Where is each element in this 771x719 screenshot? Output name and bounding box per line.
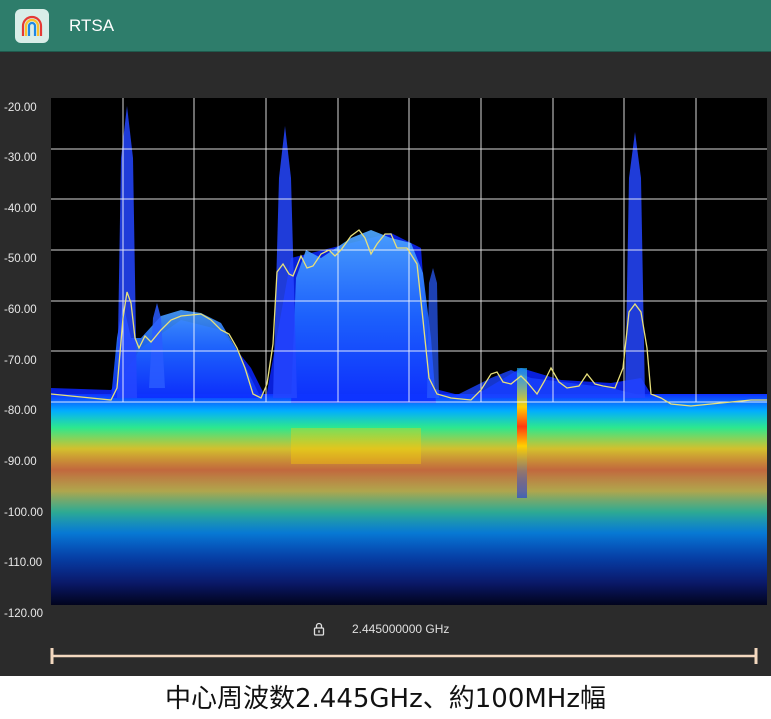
rainbow-arch-icon xyxy=(15,9,49,43)
y-tick-label: -110.00 xyxy=(4,557,43,569)
spectrum-canvas xyxy=(51,98,767,605)
y-tick-label: -30.00 xyxy=(4,152,37,164)
lock-icon[interactable] xyxy=(312,622,326,636)
y-tick-label: -50.00 xyxy=(4,253,37,265)
window-title: RTSA xyxy=(69,16,115,35)
y-tick-label: -80.00 xyxy=(4,405,37,417)
y-tick-label: -70.00 xyxy=(4,355,37,367)
center-frequency-label: 2.445000000 GHz xyxy=(352,622,450,636)
spectrum-plot[interactable] xyxy=(51,98,767,605)
app-window: RTSA -20.00 -30.00 -40.00 -50.00 -60.00 … xyxy=(0,0,771,676)
y-tick-label: -40.00 xyxy=(4,203,37,215)
y-tick-label: -90.00 xyxy=(4,456,37,468)
y-tick-label: -20.00 xyxy=(4,102,37,114)
y-tick-label: -100.00 xyxy=(4,507,44,519)
y-tick-label: -60.00 xyxy=(4,304,37,316)
title-bar: RTSA xyxy=(0,0,771,52)
span-indicator xyxy=(50,648,758,664)
frequency-readout: 2.445000000 GHz xyxy=(0,618,771,640)
caption: 中心周波数2.445GHz、約100MHz幅 xyxy=(164,684,607,714)
